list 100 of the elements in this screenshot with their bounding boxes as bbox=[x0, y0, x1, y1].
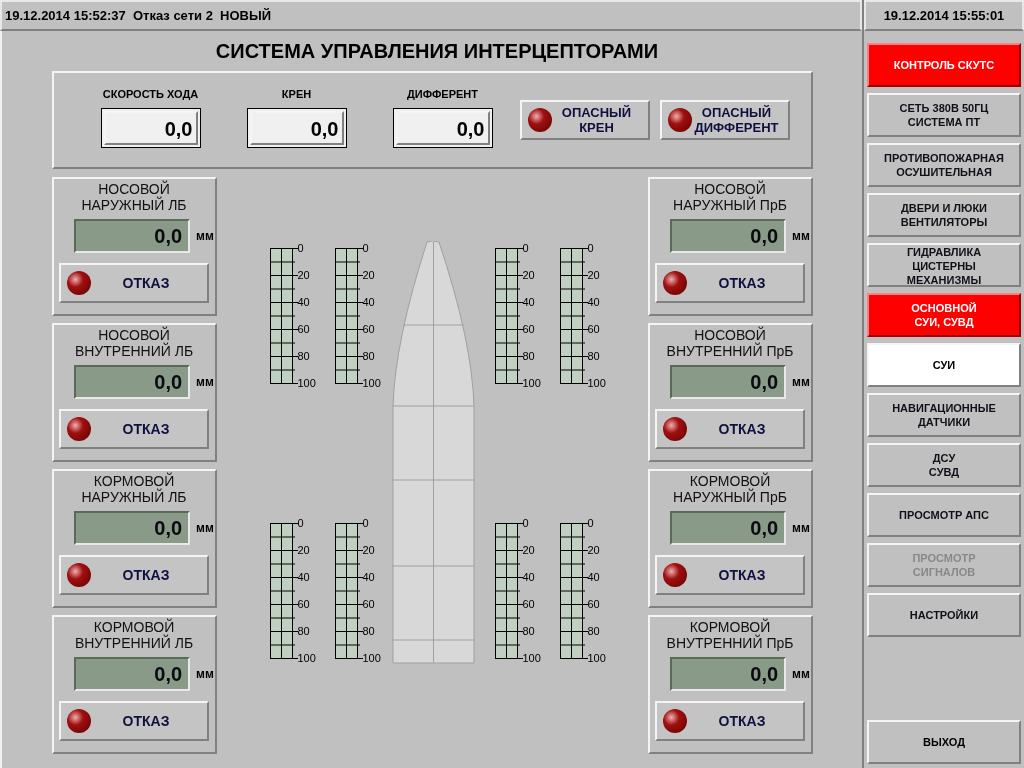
scale-label: 60 bbox=[362, 598, 376, 610]
unit-label: мм bbox=[792, 228, 810, 245]
scale-label: 0 bbox=[297, 517, 305, 529]
scale-label: 0 bbox=[522, 242, 530, 254]
value-display: 0,0 bbox=[670, 219, 787, 253]
unit-label: мм bbox=[792, 374, 810, 391]
scale-label: 80 bbox=[297, 350, 311, 362]
scale-label: 100 bbox=[362, 652, 381, 664]
scale-label: 80 bbox=[522, 350, 536, 362]
panel-title: НОСОВОЙ НАРУЖНЫЙ ЛБ bbox=[81, 181, 187, 213]
nav-button[interactable]: СУИ bbox=[867, 343, 1021, 387]
nav-button[interactable]: ПРОСМОТР АПС bbox=[867, 493, 1021, 537]
unit-label: мм bbox=[792, 666, 810, 683]
scale-label: 80 bbox=[362, 625, 376, 637]
panel-title: НОСОВОЙ ВНУТРЕННИЙ ПрБ bbox=[666, 327, 794, 359]
panel-title: НОСОВОЙ НАРУЖНЫЙ ПрБ bbox=[673, 181, 787, 213]
clock-display: 19.12.2014 15:55:01 bbox=[864, 0, 1024, 31]
value-display: 0,0 bbox=[246, 107, 347, 148]
panel-title: КОРМОВОЙ ВНУТРЕННИЙ ЛБ bbox=[74, 619, 194, 651]
value-display: 0,0 bbox=[670, 365, 787, 399]
value-display: 0,0 bbox=[392, 107, 493, 148]
value-display: 0,0 bbox=[74, 657, 191, 691]
nav-button[interactable]: КОНТРОЛЬ СКУТС bbox=[867, 43, 1021, 87]
scale-label: 60 bbox=[587, 598, 601, 610]
nav-button[interactable]: СЕТЬ 380В 50ГЦ СИСТЕМА ПТ bbox=[867, 93, 1021, 137]
scale-label: 0 bbox=[587, 242, 595, 254]
fault-button[interactable]: ОТКАЗ bbox=[59, 701, 209, 741]
event-status-bar: 19.12.2014 15:52:37 Отказ сети 2 НОВЫЙ bbox=[0, 0, 862, 31]
indicator-label: КРЕН bbox=[281, 87, 312, 103]
panel-title: НОСОВОЙ ВНУТРЕННИЙ ЛБ bbox=[74, 327, 194, 359]
scale-label: 100 bbox=[587, 377, 606, 389]
scale-label: 100 bbox=[362, 377, 381, 389]
nav-button[interactable]: НАВИГАЦИОННЫЕ ДАТЧИКИ bbox=[867, 393, 1021, 437]
scale-label: 100 bbox=[522, 652, 541, 664]
scale-label: 40 bbox=[587, 296, 601, 308]
scale-label: 0 bbox=[522, 517, 530, 529]
scale-label: 0 bbox=[362, 242, 370, 254]
scale-label: 20 bbox=[297, 544, 311, 556]
scale-label: 60 bbox=[297, 598, 311, 610]
scale-label: 40 bbox=[362, 571, 376, 583]
scale-label: 20 bbox=[362, 544, 376, 556]
scale-label: 60 bbox=[362, 323, 376, 335]
scale-label: 80 bbox=[587, 625, 601, 637]
scale-label: 0 bbox=[587, 517, 595, 529]
nav-button[interactable]: НАСТРОЙКИ bbox=[867, 593, 1021, 637]
fault-button[interactable]: ОТКАЗ bbox=[655, 409, 805, 449]
scale-label: 100 bbox=[587, 652, 606, 664]
scale-label: 100 bbox=[297, 377, 316, 389]
fault-button[interactable]: ОТКАЗ bbox=[655, 555, 805, 595]
value-display: 0,0 bbox=[670, 657, 787, 691]
exit-button[interactable]: ВЫХОД bbox=[867, 720, 1021, 764]
scale-label: 80 bbox=[522, 625, 536, 637]
nav-button[interactable]: ГИДРАВЛИКА ЦИСТЕРНЫ МЕХАНИЗМЫ bbox=[867, 243, 1021, 287]
scale-label: 40 bbox=[522, 296, 536, 308]
scale-label: 60 bbox=[522, 598, 536, 610]
scale-label: 80 bbox=[587, 350, 601, 362]
unit-label: мм bbox=[792, 520, 810, 537]
scale-label: 80 bbox=[297, 625, 311, 637]
panel-title: КОРМОВОЙ НАРУЖНЫЙ ЛБ bbox=[81, 473, 187, 505]
scale-label: 60 bbox=[522, 323, 536, 335]
scale-label: 20 bbox=[522, 269, 536, 281]
fault-button[interactable]: ОТКАЗ bbox=[59, 263, 209, 303]
unit-label: мм bbox=[196, 228, 214, 245]
indicator-label: СКОРОСТЬ ХОДА bbox=[102, 87, 199, 103]
scale-label: 100 bbox=[297, 652, 316, 664]
scale-label: 60 bbox=[587, 323, 601, 335]
nav-button[interactable]: ОСНОВНОЙ СУИ, СУВД bbox=[867, 293, 1021, 337]
nav-button[interactable]: ДСУ СУВД bbox=[867, 443, 1021, 487]
value-display: 0,0 bbox=[100, 107, 201, 148]
fault-button[interactable]: ОТКАЗ bbox=[59, 409, 209, 449]
panel-title: КОРМОВОЙ ВНУТРЕННИЙ ПрБ bbox=[666, 619, 794, 651]
scale-label: 100 bbox=[522, 377, 541, 389]
nav-button[interactable]: ДВЕРИ И ЛЮКИ ВЕНТИЛЯТОРЫ bbox=[867, 193, 1021, 237]
scale-label: 40 bbox=[362, 296, 376, 308]
nav-button[interactable]: ПРОТИВОПОЖАРНАЯ ОСУШИТЕЛЬНАЯ bbox=[867, 143, 1021, 187]
value-display: 0,0 bbox=[670, 511, 787, 545]
panel-title: КОРМОВОЙ НАРУЖНЫЙ ПрБ bbox=[673, 473, 787, 505]
scale-label: 0 bbox=[297, 242, 305, 254]
scale-label: 20 bbox=[297, 269, 311, 281]
scale-label: 0 bbox=[362, 517, 370, 529]
scale-label: 20 bbox=[587, 269, 601, 281]
scale-label: 40 bbox=[587, 571, 601, 583]
alarm-button[interactable]: ОПАСНЫЙ ДИФФЕРЕНТ bbox=[659, 100, 790, 140]
scale-label: 60 bbox=[297, 323, 311, 335]
unit-label: мм bbox=[196, 666, 214, 683]
fault-button[interactable]: ОТКАЗ bbox=[655, 701, 805, 741]
scale-label: 20 bbox=[522, 544, 536, 556]
unit-label: мм bbox=[196, 374, 214, 391]
scale-label: 20 bbox=[587, 544, 601, 556]
screen-title: СИСТЕМА УПРАВЛЕНИЯ ИНТЕРЦЕПТОРАМИ bbox=[215, 39, 659, 63]
fault-button[interactable]: ОТКАЗ bbox=[59, 555, 209, 595]
alarm-button[interactable]: ОПАСНЫЙ КРЕН bbox=[519, 100, 650, 140]
unit-label: мм bbox=[196, 520, 214, 537]
fault-button[interactable]: ОТКАЗ bbox=[655, 263, 805, 303]
value-display: 0,0 bbox=[74, 219, 191, 253]
value-display: 0,0 bbox=[74, 365, 191, 399]
scale-label: 20 bbox=[362, 269, 376, 281]
scale-label: 80 bbox=[362, 350, 376, 362]
value-display: 0,0 bbox=[74, 511, 191, 545]
scale-label: 40 bbox=[297, 296, 311, 308]
